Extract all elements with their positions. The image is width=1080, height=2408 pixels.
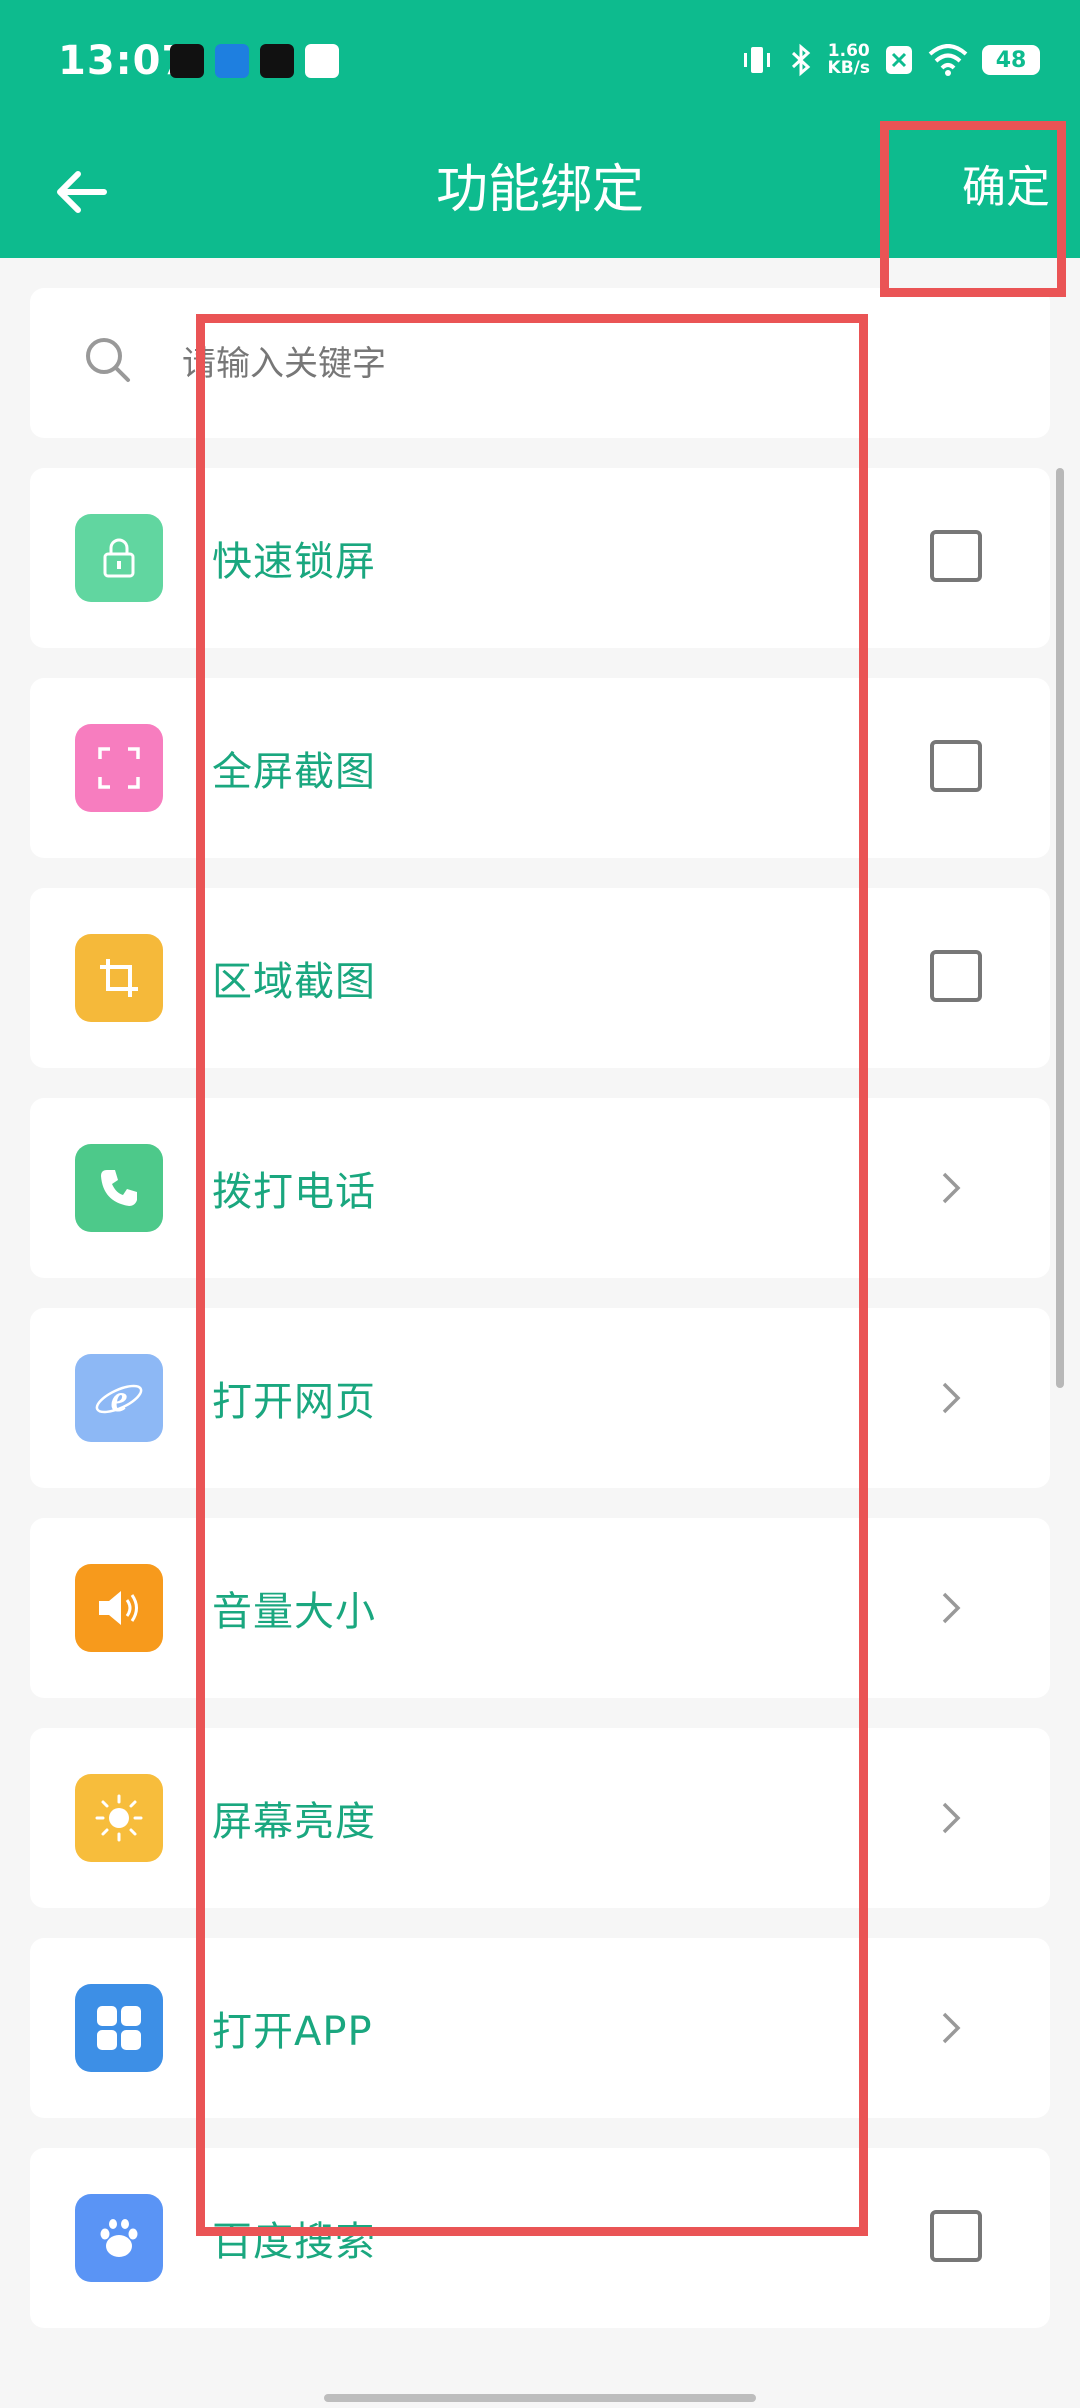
network-speed: 1.60 KB/s bbox=[828, 43, 870, 77]
list-item-baidu-search[interactable]: 百度搜索 bbox=[30, 2148, 1050, 2328]
tiktok-notification-icon bbox=[170, 44, 204, 78]
brightness-icon bbox=[75, 1774, 163, 1862]
battery-indicator: 48 bbox=[982, 45, 1040, 75]
tiktok-notification-icon-2 bbox=[260, 44, 294, 78]
search-input[interactable] bbox=[180, 338, 884, 390]
chevron-right-icon bbox=[942, 1172, 961, 1204]
network-speed-unit: KB/s bbox=[827, 58, 870, 78]
page-title: 功能绑定 bbox=[435, 159, 644, 220]
list-item-area-screenshot[interactable]: 区域截图 bbox=[30, 888, 1050, 1068]
svg-text:e: e bbox=[111, 1378, 128, 1420]
browser-icon: e bbox=[75, 1354, 163, 1442]
home-indicator[interactable] bbox=[324, 2394, 756, 2402]
item-label: 百度搜索 bbox=[212, 2219, 376, 2265]
volume-icon bbox=[75, 1564, 163, 1652]
item-label: 全屏截图 bbox=[212, 749, 376, 795]
item-label: 打开网页 bbox=[212, 1379, 376, 1425]
list-item-fullscreen-screenshot[interactable]: 全屏截图 bbox=[30, 678, 1050, 858]
list-item-brightness[interactable]: 屏幕亮度 bbox=[30, 1728, 1050, 1908]
wifi-icon bbox=[928, 44, 968, 76]
chevron-right-icon bbox=[942, 2012, 961, 2044]
apps-icon bbox=[75, 1984, 163, 2072]
vibrate-icon bbox=[743, 47, 770, 73]
chevron-right-icon bbox=[942, 1802, 961, 1834]
select-checkbox[interactable] bbox=[930, 530, 982, 582]
list-item-open-webpage[interactable]: e 打开网页 bbox=[30, 1308, 1050, 1488]
chevron-right-icon bbox=[942, 1382, 961, 1414]
sim-off-icon bbox=[886, 46, 912, 74]
scrollbar[interactable] bbox=[1056, 468, 1064, 1388]
message-notification-icon bbox=[305, 44, 339, 78]
item-label: 拨打电话 bbox=[212, 1169, 376, 1215]
select-checkbox[interactable] bbox=[930, 950, 982, 1002]
crop-icon bbox=[75, 934, 163, 1022]
select-checkbox[interactable] bbox=[930, 740, 982, 792]
list-item-volume[interactable]: 音量大小 bbox=[30, 1518, 1050, 1698]
chevron-right-icon bbox=[942, 1592, 961, 1624]
lock-icon bbox=[75, 514, 163, 602]
app-notification-icon bbox=[215, 44, 249, 78]
item-label: 区域截图 bbox=[212, 959, 376, 1005]
baidu-icon bbox=[75, 2194, 163, 2282]
confirm-button[interactable]: 确定 bbox=[962, 153, 1050, 213]
status-bar: 13:07 1.60 KB/s 48 bbox=[0, 0, 1080, 128]
list-item-make-call[interactable]: 拨打电话 bbox=[30, 1098, 1050, 1278]
item-label: 屏幕亮度 bbox=[212, 1799, 376, 1845]
function-list: 快速锁屏 全屏截图 区域截图 拨打电话 e 打开网页 音量大小 屏幕亮度 打开A… bbox=[30, 468, 1050, 2358]
phone-icon bbox=[75, 1144, 163, 1232]
search-icon bbox=[86, 338, 130, 382]
list-item-quick-lock[interactable]: 快速锁屏 bbox=[30, 468, 1050, 648]
bluetooth-icon bbox=[791, 43, 810, 77]
list-item-open-app[interactable]: 打开APP bbox=[30, 1938, 1050, 2118]
item-label: 打开APP bbox=[212, 2009, 373, 2055]
item-label: 快速锁屏 bbox=[212, 539, 376, 585]
item-label: 音量大小 bbox=[212, 1589, 376, 1635]
search-bar[interactable] bbox=[30, 288, 1050, 438]
fullscreen-screenshot-icon bbox=[75, 724, 163, 812]
app-header: 功能绑定 确定 bbox=[0, 128, 1080, 258]
select-checkbox[interactable] bbox=[930, 2210, 982, 2262]
status-icons: 1.60 KB/s 48 bbox=[740, 40, 1040, 80]
